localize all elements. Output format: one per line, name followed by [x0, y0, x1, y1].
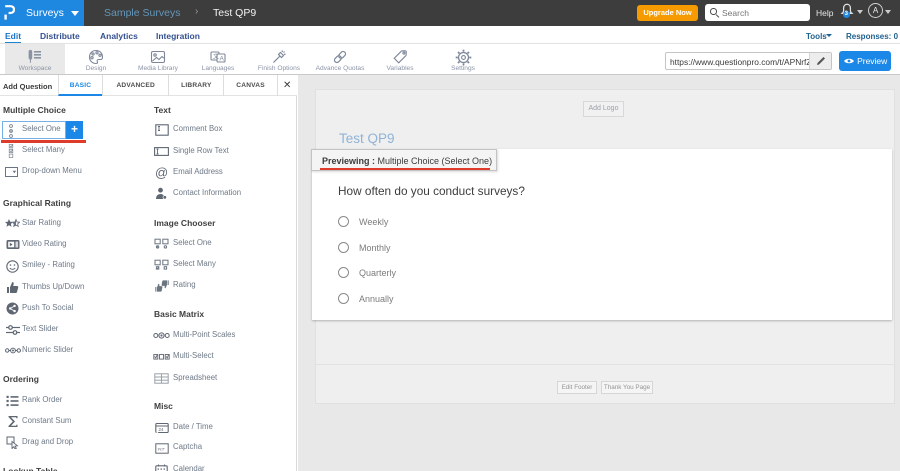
svg-text:@: @: [155, 166, 168, 179]
svg-text:A: A: [220, 56, 225, 63]
svg-text:vcr: vcr: [157, 446, 165, 452]
svg-text:文: 文: [213, 53, 219, 61]
svg-text:24: 24: [158, 427, 164, 432]
